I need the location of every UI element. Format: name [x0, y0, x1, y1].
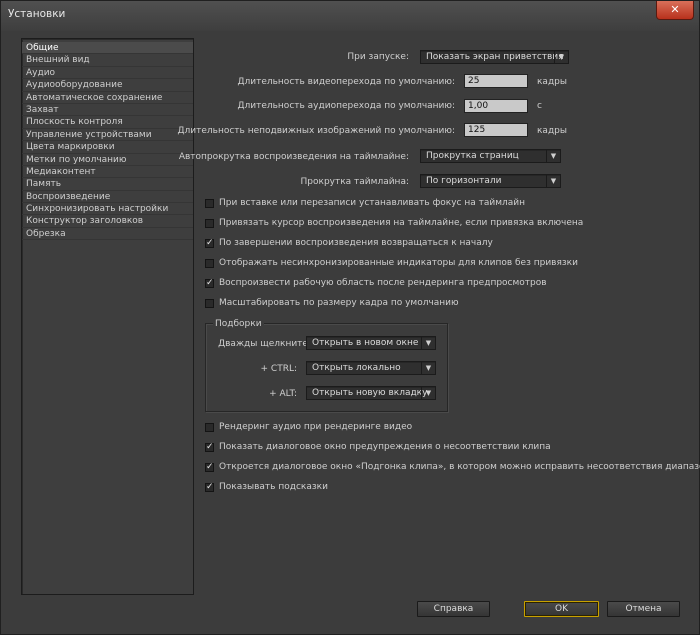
preferences-window: Установки ✕ Общие Внешний вид Аудио Аудиооб…: [0, 0, 700, 635]
close-icon[interactable]: ✕: [656, 1, 694, 20]
autoscroll-select[interactable]: Прокрутка страниц ▼: [420, 149, 561, 163]
sidebar-item[interactable]: Медиаконтент: [22, 166, 193, 179]
audio-transition-label: Длительность аудиоперехода по умолчанию:: [237, 101, 455, 111]
sidebar-item[interactable]: Метки по умолчанию: [22, 154, 193, 166]
sidebar-item[interactable]: Воспроизведение: [22, 191, 193, 204]
checkbox-unchecked[interactable]: [205, 199, 214, 208]
checkbox-label: Воспроизвести рабочую область после ренд…: [219, 278, 547, 288]
checkbox-unchecked[interactable]: [205, 299, 214, 308]
double-click-label: Дважды щелкните:: [218, 339, 311, 349]
chevron-down-icon: ▼: [421, 387, 435, 399]
alt-label: + ALT:: [269, 389, 297, 399]
startup-select-value: Показать экран приветствия: [426, 52, 564, 62]
preferences-sidebar: Общие Внешний вид Аудио Аудиооборудование Ав…: [21, 38, 194, 595]
sidebar-item[interactable]: Общие: [22, 42, 193, 55]
timeline-scroll-label: Прокрутка таймлайна:: [300, 177, 409, 187]
startup-label: При запуске:: [347, 52, 409, 62]
alt-select[interactable]: Открыть новую вкладку ▼: [306, 386, 436, 400]
checkbox-label: Показывать подсказки: [219, 482, 328, 492]
chevron-down-icon: ▼: [421, 337, 435, 349]
autoscroll-label: Автопрокрутка воспроизведения на таймлай…: [178, 152, 409, 162]
still-duration-field[interactable]: 125: [464, 123, 528, 137]
still-duration-unit: кадры: [537, 126, 567, 136]
checkbox-unchecked[interactable]: [205, 423, 214, 432]
cancel-button[interactable]: Отмена: [607, 601, 680, 617]
checkbox-unchecked[interactable]: [205, 219, 214, 228]
checkbox-unchecked[interactable]: [205, 259, 214, 268]
chevron-down-icon: ▼: [546, 175, 560, 187]
video-transition-label: Длительность видеоперехода по умолчанию:: [237, 77, 455, 87]
sidebar-item[interactable]: Автоматическое сохранение: [22, 92, 193, 104]
window-title: Установки: [8, 8, 66, 20]
still-duration-label: Длительность неподвижных изображений по …: [177, 126, 456, 136]
checkbox-label: Привязать курсор воспроизведения на тайм…: [219, 218, 584, 228]
checkbox-label: Откроется диалоговое окно «Подгонка клип…: [219, 462, 700, 472]
double-click-select[interactable]: Открыть в новом окне ▼: [306, 336, 436, 350]
checkbox-label: При вставке или перезаписи устанавливать…: [219, 198, 526, 208]
sidebar-item[interactable]: Плоскость контроля: [22, 116, 193, 129]
ctrl-select[interactable]: Открыть локально ▼: [306, 361, 436, 375]
checkbox-label: Масштабировать по размеру кадра по умолч…: [219, 298, 459, 308]
checkbox-checked[interactable]: ✓: [205, 463, 214, 472]
checkbox-checked[interactable]: ✓: [205, 279, 214, 288]
chevron-down-icon: ▼: [421, 362, 435, 374]
chevron-down-icon: ▼: [554, 51, 568, 63]
startup-select[interactable]: Показать экран приветствия ▼: [420, 50, 569, 64]
audio-transition-unit: с: [537, 101, 542, 111]
sidebar-item[interactable]: Обрезка: [22, 228, 193, 241]
sidebar-item[interactable]: Конструктор заголовков: [22, 215, 193, 228]
video-transition-unit: кадры: [537, 77, 567, 87]
ctrl-label: + CTRL:: [260, 364, 297, 374]
sidebar-item[interactable]: Синхронизировать настройки: [22, 203, 193, 216]
bins-group-title: Подборки: [213, 319, 264, 329]
audio-transition-field[interactable]: 1,00: [464, 99, 528, 113]
title-bar[interactable]: Установки ✕: [1, 1, 699, 31]
checkbox-checked[interactable]: ✓: [205, 483, 214, 492]
double-click-select-value: Открыть в новом окне: [312, 338, 419, 348]
checkbox-label: Отображать несинхронизированные индикато…: [219, 258, 578, 268]
sidebar-item[interactable]: Аудио: [22, 67, 193, 80]
sidebar-item[interactable]: Управление устройствами: [22, 129, 193, 142]
checkbox-label: По завершении воспроизведения возвращать…: [219, 238, 493, 248]
sidebar-item[interactable]: Цвета маркировки: [22, 141, 193, 154]
sidebar-list: Общие Внешний вид Аудио Аудиооборудование Ав…: [22, 42, 193, 241]
sidebar-item[interactable]: Память: [22, 178, 193, 191]
help-button[interactable]: Справка: [417, 601, 490, 617]
video-transition-field[interactable]: 25: [464, 74, 528, 88]
timeline-scroll-select-value: По горизонтали: [426, 176, 502, 186]
checkbox-label: Рендеринг аудио при рендеринге видео: [219, 422, 413, 432]
ctrl-select-value: Открыть локально: [312, 363, 401, 373]
sidebar-item[interactable]: Захват: [22, 104, 193, 117]
alt-select-value: Открыть новую вкладку: [312, 388, 428, 398]
autoscroll-select-value: Прокрутка страниц: [426, 151, 519, 161]
sidebar-item[interactable]: Внешний вид: [22, 54, 193, 67]
sidebar-item[interactable]: Аудиооборудование: [22, 79, 193, 92]
checkbox-checked[interactable]: ✓: [205, 239, 214, 248]
chevron-down-icon: ▼: [546, 150, 560, 162]
checkbox-label: Показать диалоговое окно предупреждения …: [219, 442, 551, 452]
timeline-scroll-select[interactable]: По горизонтали ▼: [420, 174, 561, 188]
checkbox-checked[interactable]: ✓: [205, 443, 214, 452]
ok-button[interactable]: OK: [524, 601, 599, 617]
